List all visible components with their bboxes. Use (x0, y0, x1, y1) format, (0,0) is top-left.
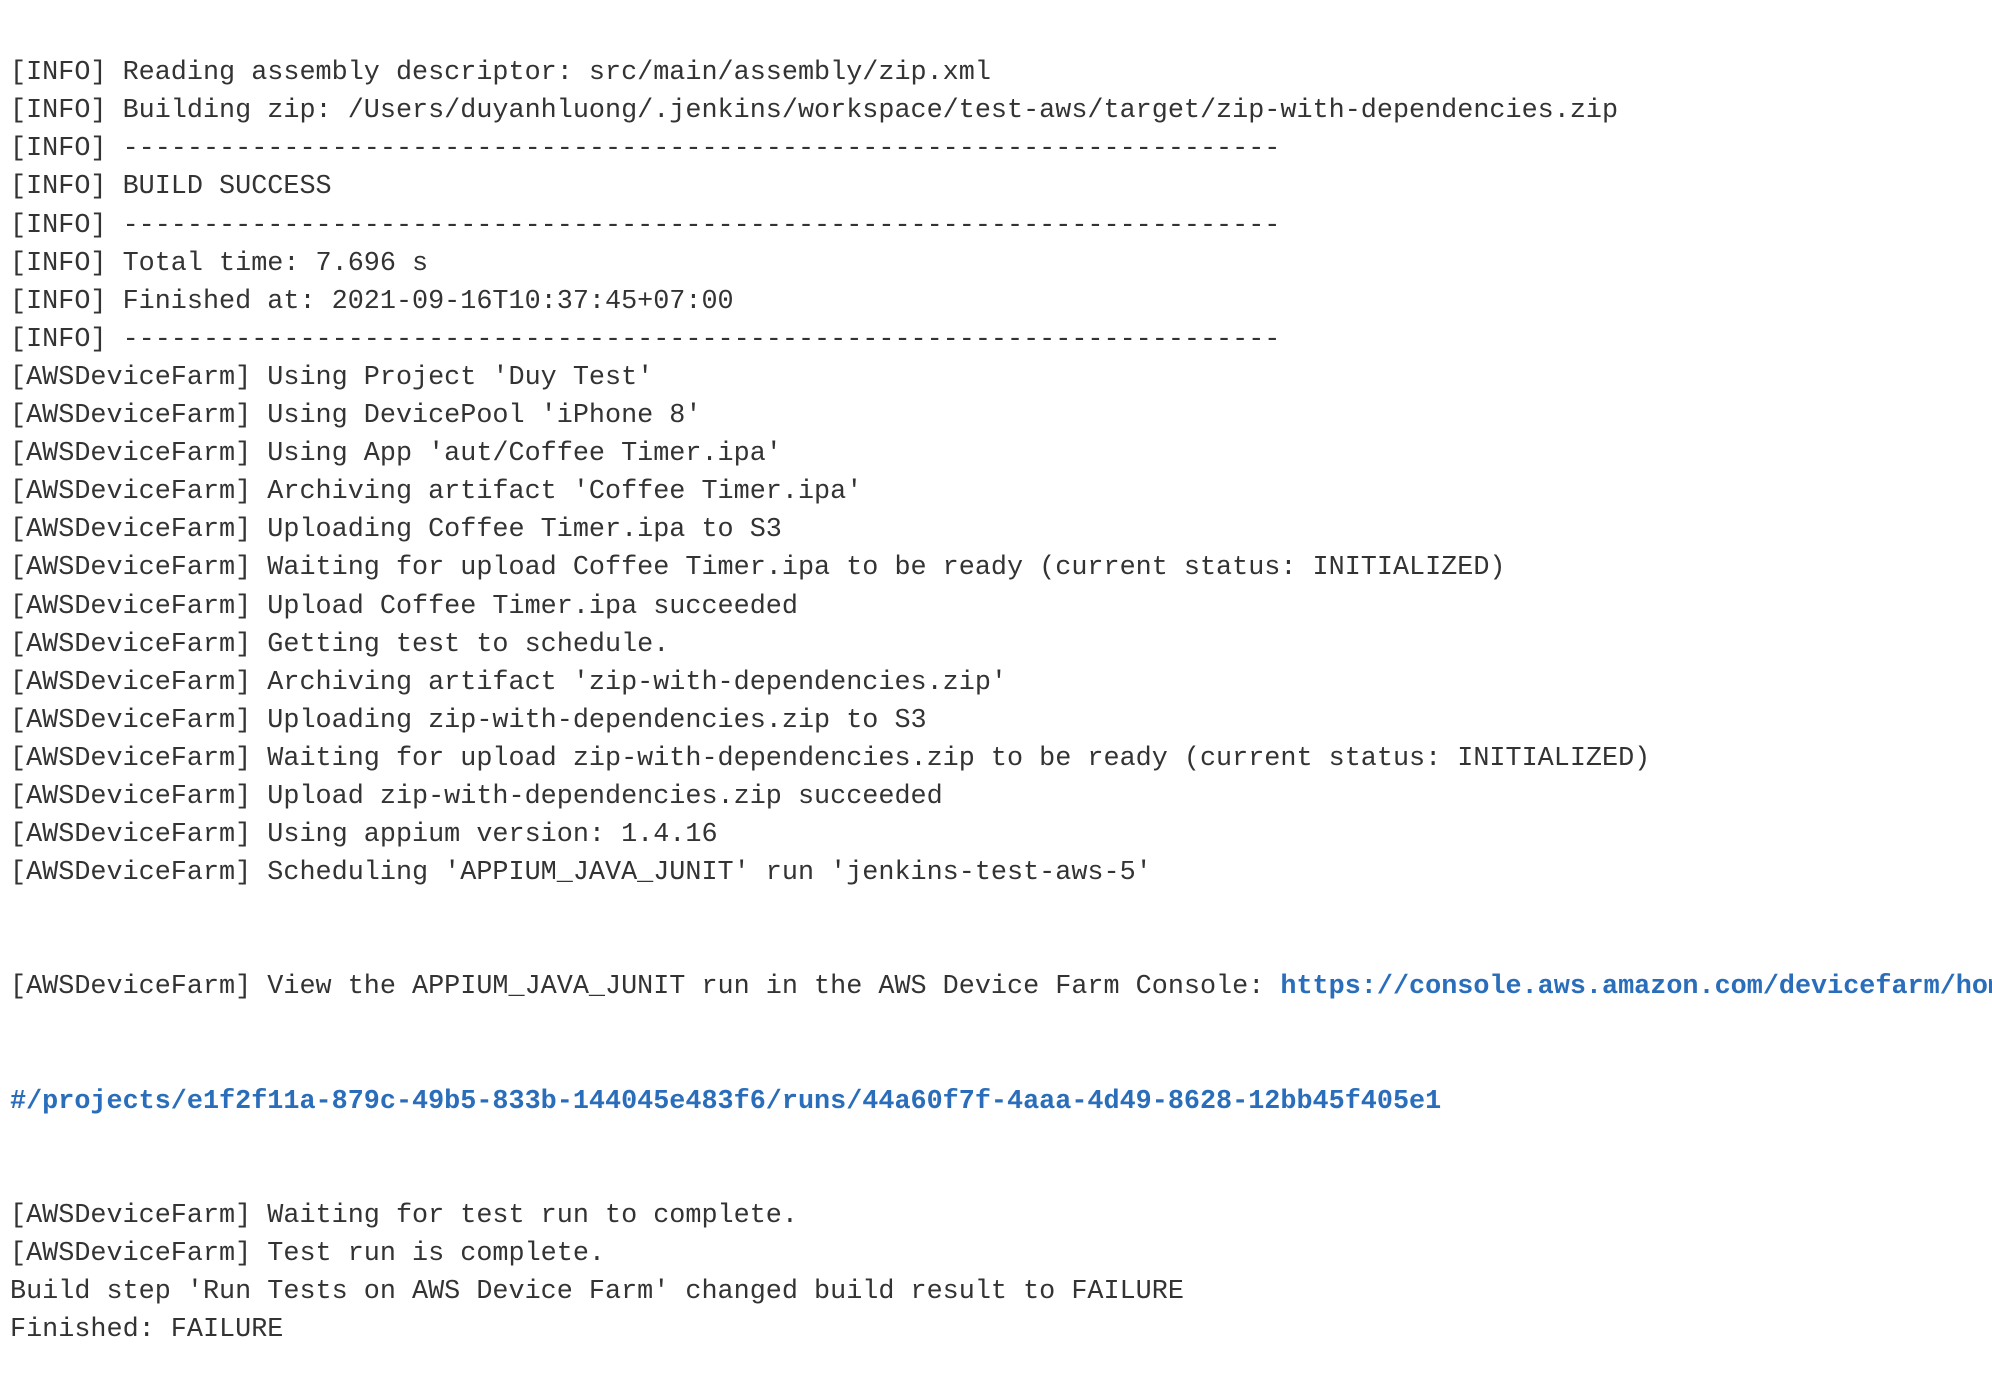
console-line: [INFO] ---------------------------------… (10, 210, 1281, 241)
console-line: [INFO] Total time: 7.696 s (10, 248, 429, 279)
console-line: [INFO] BUILD SUCCESS (10, 172, 332, 203)
console-line: Finished: FAILURE (10, 1315, 284, 1346)
console-line: [INFO] Finished at: 2021-09-16T10:37:45+… (10, 286, 734, 317)
console-line: [AWSDeviceFarm] Waiting for test run to … (10, 1201, 798, 1231)
console-line: [AWSDeviceFarm] Waiting for upload zip-w… (10, 743, 1651, 774)
console-line: [INFO] ---------------------------------… (10, 134, 1281, 165)
console-line: [AWSDeviceFarm] Using Project 'Duy Test' (10, 362, 654, 393)
console-line: [INFO] Reading assembly descriptor: src/… (10, 58, 991, 89)
console-line: [AWSDeviceFarm] Using DevicePool 'iPhone… (10, 401, 702, 432)
console-line: [AWSDeviceFarm] Using App 'aut/Coffee Ti… (10, 439, 782, 470)
console-line: [AWSDeviceFarm] Uploading zip-with-depen… (10, 705, 927, 736)
console-line: [AWSDeviceFarm] Uploading Coffee Timer.i… (10, 515, 782, 546)
console-lines-after: [AWSDeviceFarm] Waiting for test run to … (10, 1197, 1992, 1349)
console-line: [AWSDeviceFarm] Using appium version: 1.… (10, 820, 718, 851)
console-line: [AWSDeviceFarm] Upload Coffee Timer.ipa … (10, 591, 798, 622)
console-line: Build step 'Run Tests on AWS Device Farm… (10, 1277, 1184, 1308)
console-output: [INFO] Reading assembly descriptor: src/… (10, 0, 1992, 1387)
console-line: [AWSDeviceFarm] Archiving artifact 'zip-… (10, 667, 1008, 698)
console-line: [AWSDeviceFarm] Getting test to schedule… (10, 629, 670, 660)
console-line: [AWSDeviceFarm] Waiting for upload Coffe… (10, 553, 1506, 584)
console-line-link: [AWSDeviceFarm] View the APPIUM_JAVA_JUN… (10, 968, 1992, 1006)
console-line: [AWSDeviceFarm] Scheduling 'APPIUM_JAVA_… (10, 858, 1152, 889)
device-farm-run-link-continued[interactable]: #/projects/e1f2f11a-879c-49b5-833b-14404… (10, 1087, 1441, 1117)
console-line: [AWSDeviceFarm] Upload zip-with-dependen… (10, 781, 943, 812)
console-line-text: [AWSDeviceFarm] View the APPIUM_JAVA_JUN… (10, 972, 1281, 1003)
console-line: [INFO] Building zip: /Users/duyanhluong/… (10, 96, 1619, 127)
device-farm-run-link[interactable]: https://console.aws.amazon.com/devicefar… (1280, 972, 1992, 1002)
console-line-link-continued: #/projects/e1f2f11a-879c-49b5-833b-14404… (10, 1083, 1992, 1121)
console-line: [AWSDeviceFarm] Test run is complete. (10, 1239, 605, 1270)
console-lines-before: [INFO] Reading assembly descriptor: src/… (10, 54, 1992, 892)
console-line: [AWSDeviceFarm] Archiving artifact 'Coff… (10, 477, 863, 508)
console-line: [INFO] ---------------------------------… (10, 324, 1281, 355)
